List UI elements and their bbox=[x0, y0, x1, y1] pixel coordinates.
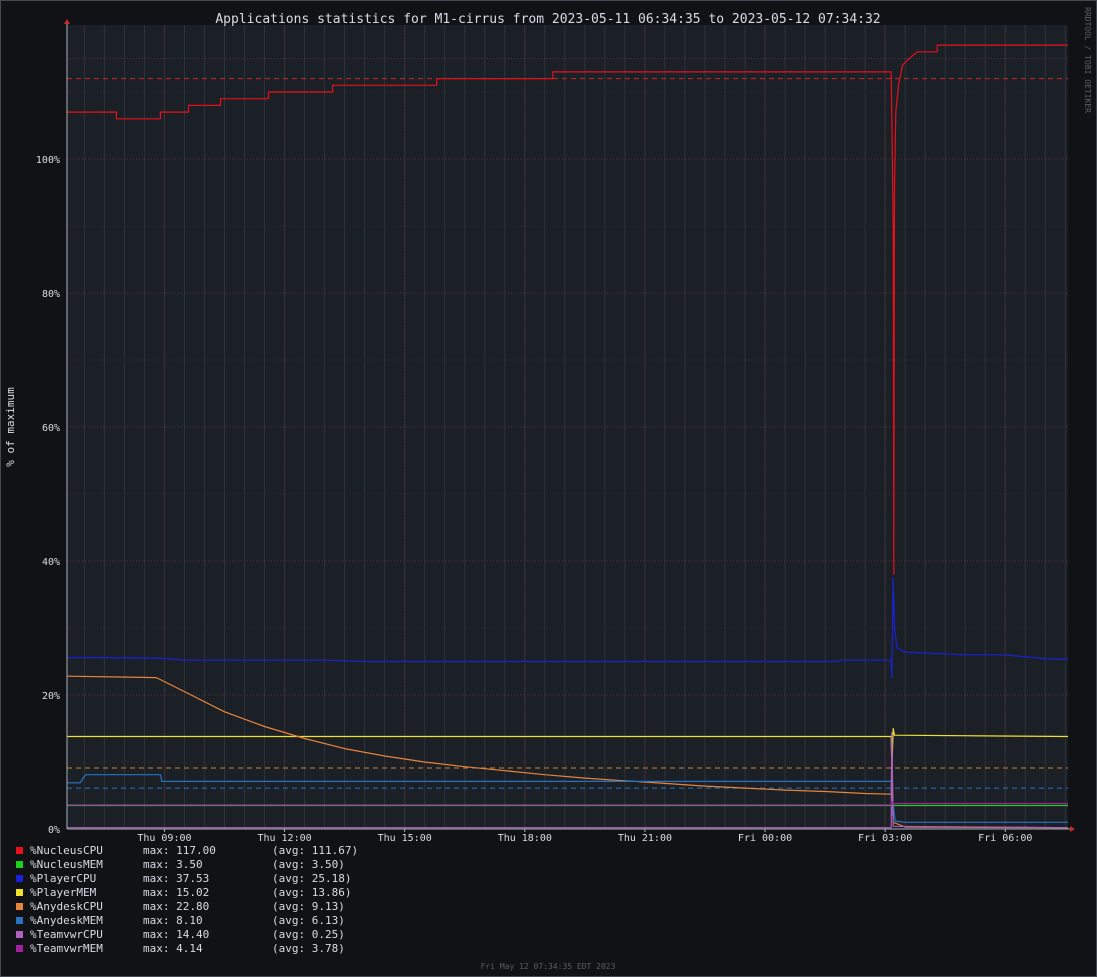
legend-max: max: 22.80 bbox=[143, 900, 209, 913]
y-tick-label: 20% bbox=[42, 691, 60, 702]
y-tick-label: 80% bbox=[42, 289, 60, 300]
legend-swatch bbox=[16, 875, 23, 882]
x-tick-label: Thu 15:00 bbox=[378, 833, 432, 844]
y-tick-label: 100% bbox=[36, 155, 60, 166]
legend: %NucleusCPU max: 117.00 (avg: 111.67) %Nucl… bbox=[16, 844, 358, 955]
chart-title: Applications statistics for M1-cirrus fr… bbox=[215, 12, 880, 27]
legend-avg: (avg: 6.13) bbox=[272, 914, 345, 927]
legend-series-name: %TeamvwrCPU bbox=[30, 928, 103, 941]
legend-avg: (avg: 9.13) bbox=[272, 900, 345, 913]
legend-max: max: 3.50 bbox=[143, 858, 203, 871]
x-tick-label: Thu 12:00 bbox=[257, 833, 311, 844]
legend-avg: (avg: 3.50) bbox=[272, 858, 345, 871]
legend-max: max: 8.10 bbox=[143, 914, 203, 927]
legend-max: max: 14.40 bbox=[143, 928, 209, 941]
legend-series-name: %PlayerCPU bbox=[30, 872, 96, 885]
legend-avg: (avg: 13.86) bbox=[272, 886, 351, 899]
legend-avg: (avg: 3.78) bbox=[272, 942, 345, 955]
legend-swatch bbox=[16, 945, 23, 952]
footer-timestamp: Fri May 12 07:34:35 EDT 2023 bbox=[481, 962, 616, 971]
legend-swatch bbox=[16, 861, 23, 868]
legend-series-name: %NucleusCPU bbox=[30, 844, 103, 857]
legend-swatch bbox=[16, 931, 23, 938]
y-tick-label: 40% bbox=[42, 557, 60, 568]
x-tick-label: Thu 21:00 bbox=[618, 833, 672, 844]
x-tick-label: Thu 18:00 bbox=[498, 833, 552, 844]
legend-max: max: 15.02 bbox=[143, 886, 209, 899]
legend-series-name: %PlayerMEM bbox=[30, 886, 97, 899]
legend-avg: (avg: 0.25) bbox=[272, 928, 345, 941]
legend-series-name: %NucleusMEM bbox=[30, 858, 103, 871]
legend-swatch bbox=[16, 917, 23, 924]
x-tick-label: Fri 06:00 bbox=[978, 833, 1032, 844]
legend-avg: (avg: 25.18) bbox=[272, 872, 351, 885]
x-tick-label: Fri 00:00 bbox=[738, 833, 792, 844]
y-tick-label: 0% bbox=[48, 825, 60, 836]
legend-series-name: %TeamvwrMEM bbox=[30, 942, 103, 955]
side-label: RRDTOOL / TOBI OETIKER bbox=[1083, 7, 1092, 113]
legend-swatch bbox=[16, 903, 23, 910]
legend-max: max: 37.53 bbox=[143, 872, 209, 885]
legend-series-name: %AnydeskCPU bbox=[30, 900, 103, 913]
y-tick-label: 60% bbox=[42, 423, 60, 434]
chart: 0% 20% 40% 60% 80% 100% Thu 09:00 Thu 12:00 Thu… bbox=[0, 0, 1097, 977]
y-axis-label: % of maximum bbox=[4, 387, 17, 467]
x-tick-label: Fri 03:00 bbox=[858, 833, 912, 844]
legend-max: max: 117.00 bbox=[143, 844, 216, 857]
legend-avg: (avg: 111.67) bbox=[272, 844, 358, 857]
legend-swatch bbox=[16, 889, 23, 896]
x-tick-label: Thu 09:00 bbox=[137, 833, 191, 844]
legend-max: max: 4.14 bbox=[143, 942, 203, 955]
legend-series-name: %AnydeskMEM bbox=[30, 914, 103, 927]
legend-swatch bbox=[16, 847, 23, 854]
